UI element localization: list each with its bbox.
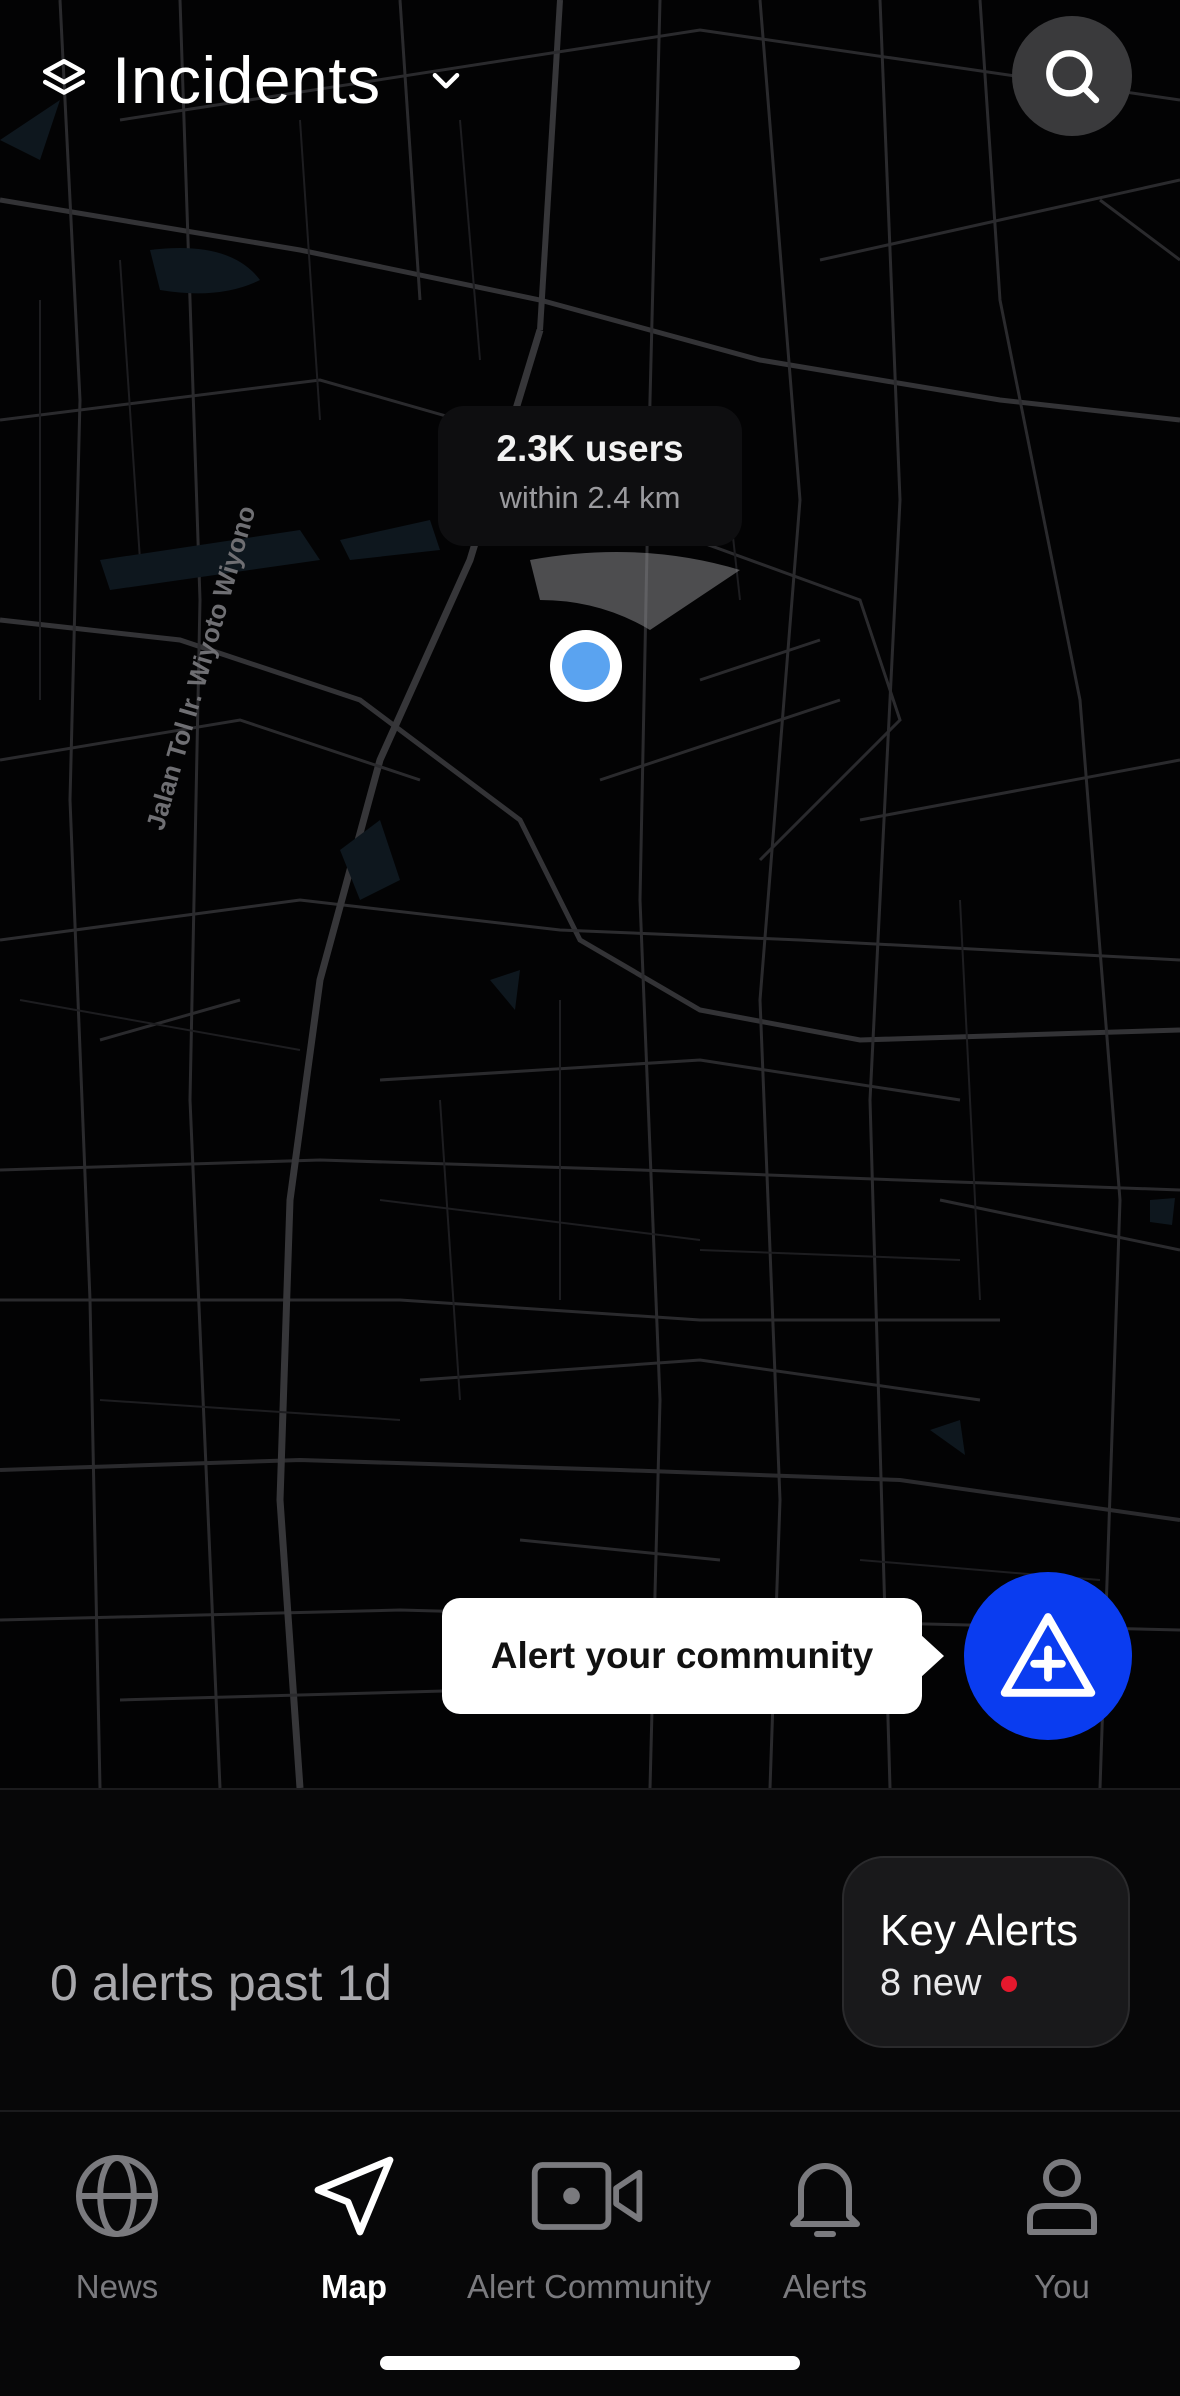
tab-you[interactable]: You bbox=[932, 2136, 1180, 2306]
alert-community-tooltip[interactable]: Alert your community bbox=[442, 1598, 944, 1714]
location-dot-inner bbox=[562, 642, 610, 690]
tab-map[interactable]: Map bbox=[224, 2136, 484, 2306]
tab-label: Alert Community bbox=[467, 2268, 711, 2305]
chevron-down-icon bbox=[423, 57, 469, 103]
map[interactable]: Jalan Tol Ir. Wiyoto Wiyono 2.3K users w… bbox=[0, 0, 1180, 1788]
tab-alert-community[interactable]: Alert Community bbox=[459, 2136, 719, 2306]
key-alerts-button[interactable]: Key Alerts 8 new bbox=[842, 1856, 1130, 2048]
tab-alerts[interactable]: Alerts bbox=[695, 2136, 955, 2306]
header-layer-selector[interactable]: Incidents bbox=[36, 30, 469, 130]
tab-label: You bbox=[1034, 2268, 1090, 2305]
tab-label: Alerts bbox=[782, 2268, 868, 2305]
home-indicator[interactable] bbox=[380, 2356, 800, 2370]
key-alerts-new-count: 8 new bbox=[880, 1962, 982, 2004]
alerts-summary-panel: 0 alerts past 1d Key Alerts 8 new bbox=[0, 1788, 1180, 2112]
video-camera-icon bbox=[459, 2136, 719, 2256]
tooltip-text: Alert your community bbox=[490, 1635, 874, 1676]
search-icon bbox=[1046, 50, 1100, 104]
search-button[interactable] bbox=[1012, 16, 1132, 136]
users-range: within 2.4 km bbox=[499, 480, 681, 515]
report-alert-button[interactable] bbox=[964, 1572, 1132, 1740]
users-count: 2.3K users bbox=[496, 428, 684, 469]
bell-icon bbox=[695, 2136, 955, 2256]
layers-icon bbox=[36, 52, 92, 108]
globe-icon bbox=[0, 2136, 247, 2256]
screen: Jalan Tol Ir. Wiyoto Wiyono 2.3K users w… bbox=[0, 0, 1180, 2396]
warning-plus-icon bbox=[1000, 1613, 1096, 1697]
page-title: Incidents bbox=[112, 43, 381, 117]
current-location-marker[interactable] bbox=[550, 630, 622, 702]
map-streets bbox=[0, 0, 1180, 1788]
users-nearby-popup[interactable]: 2.3K users within 2.4 km bbox=[438, 406, 742, 546]
tab-bar: News Map Alert Community Alerts You bbox=[0, 2110, 1180, 2396]
tab-label: News bbox=[75, 2268, 159, 2305]
key-alerts-title: Key Alerts bbox=[880, 1906, 1079, 1955]
tab-news[interactable]: News bbox=[0, 2136, 247, 2306]
new-indicator-dot bbox=[1001, 1975, 1018, 1992]
alerts-past-count: 0 alerts past 1d bbox=[50, 1955, 392, 2011]
navigation-arrow-icon bbox=[224, 2136, 484, 2256]
key-alerts-new: 8 new bbox=[880, 1962, 1128, 2005]
tab-label: Map bbox=[321, 2268, 387, 2305]
person-icon bbox=[932, 2136, 1180, 2256]
